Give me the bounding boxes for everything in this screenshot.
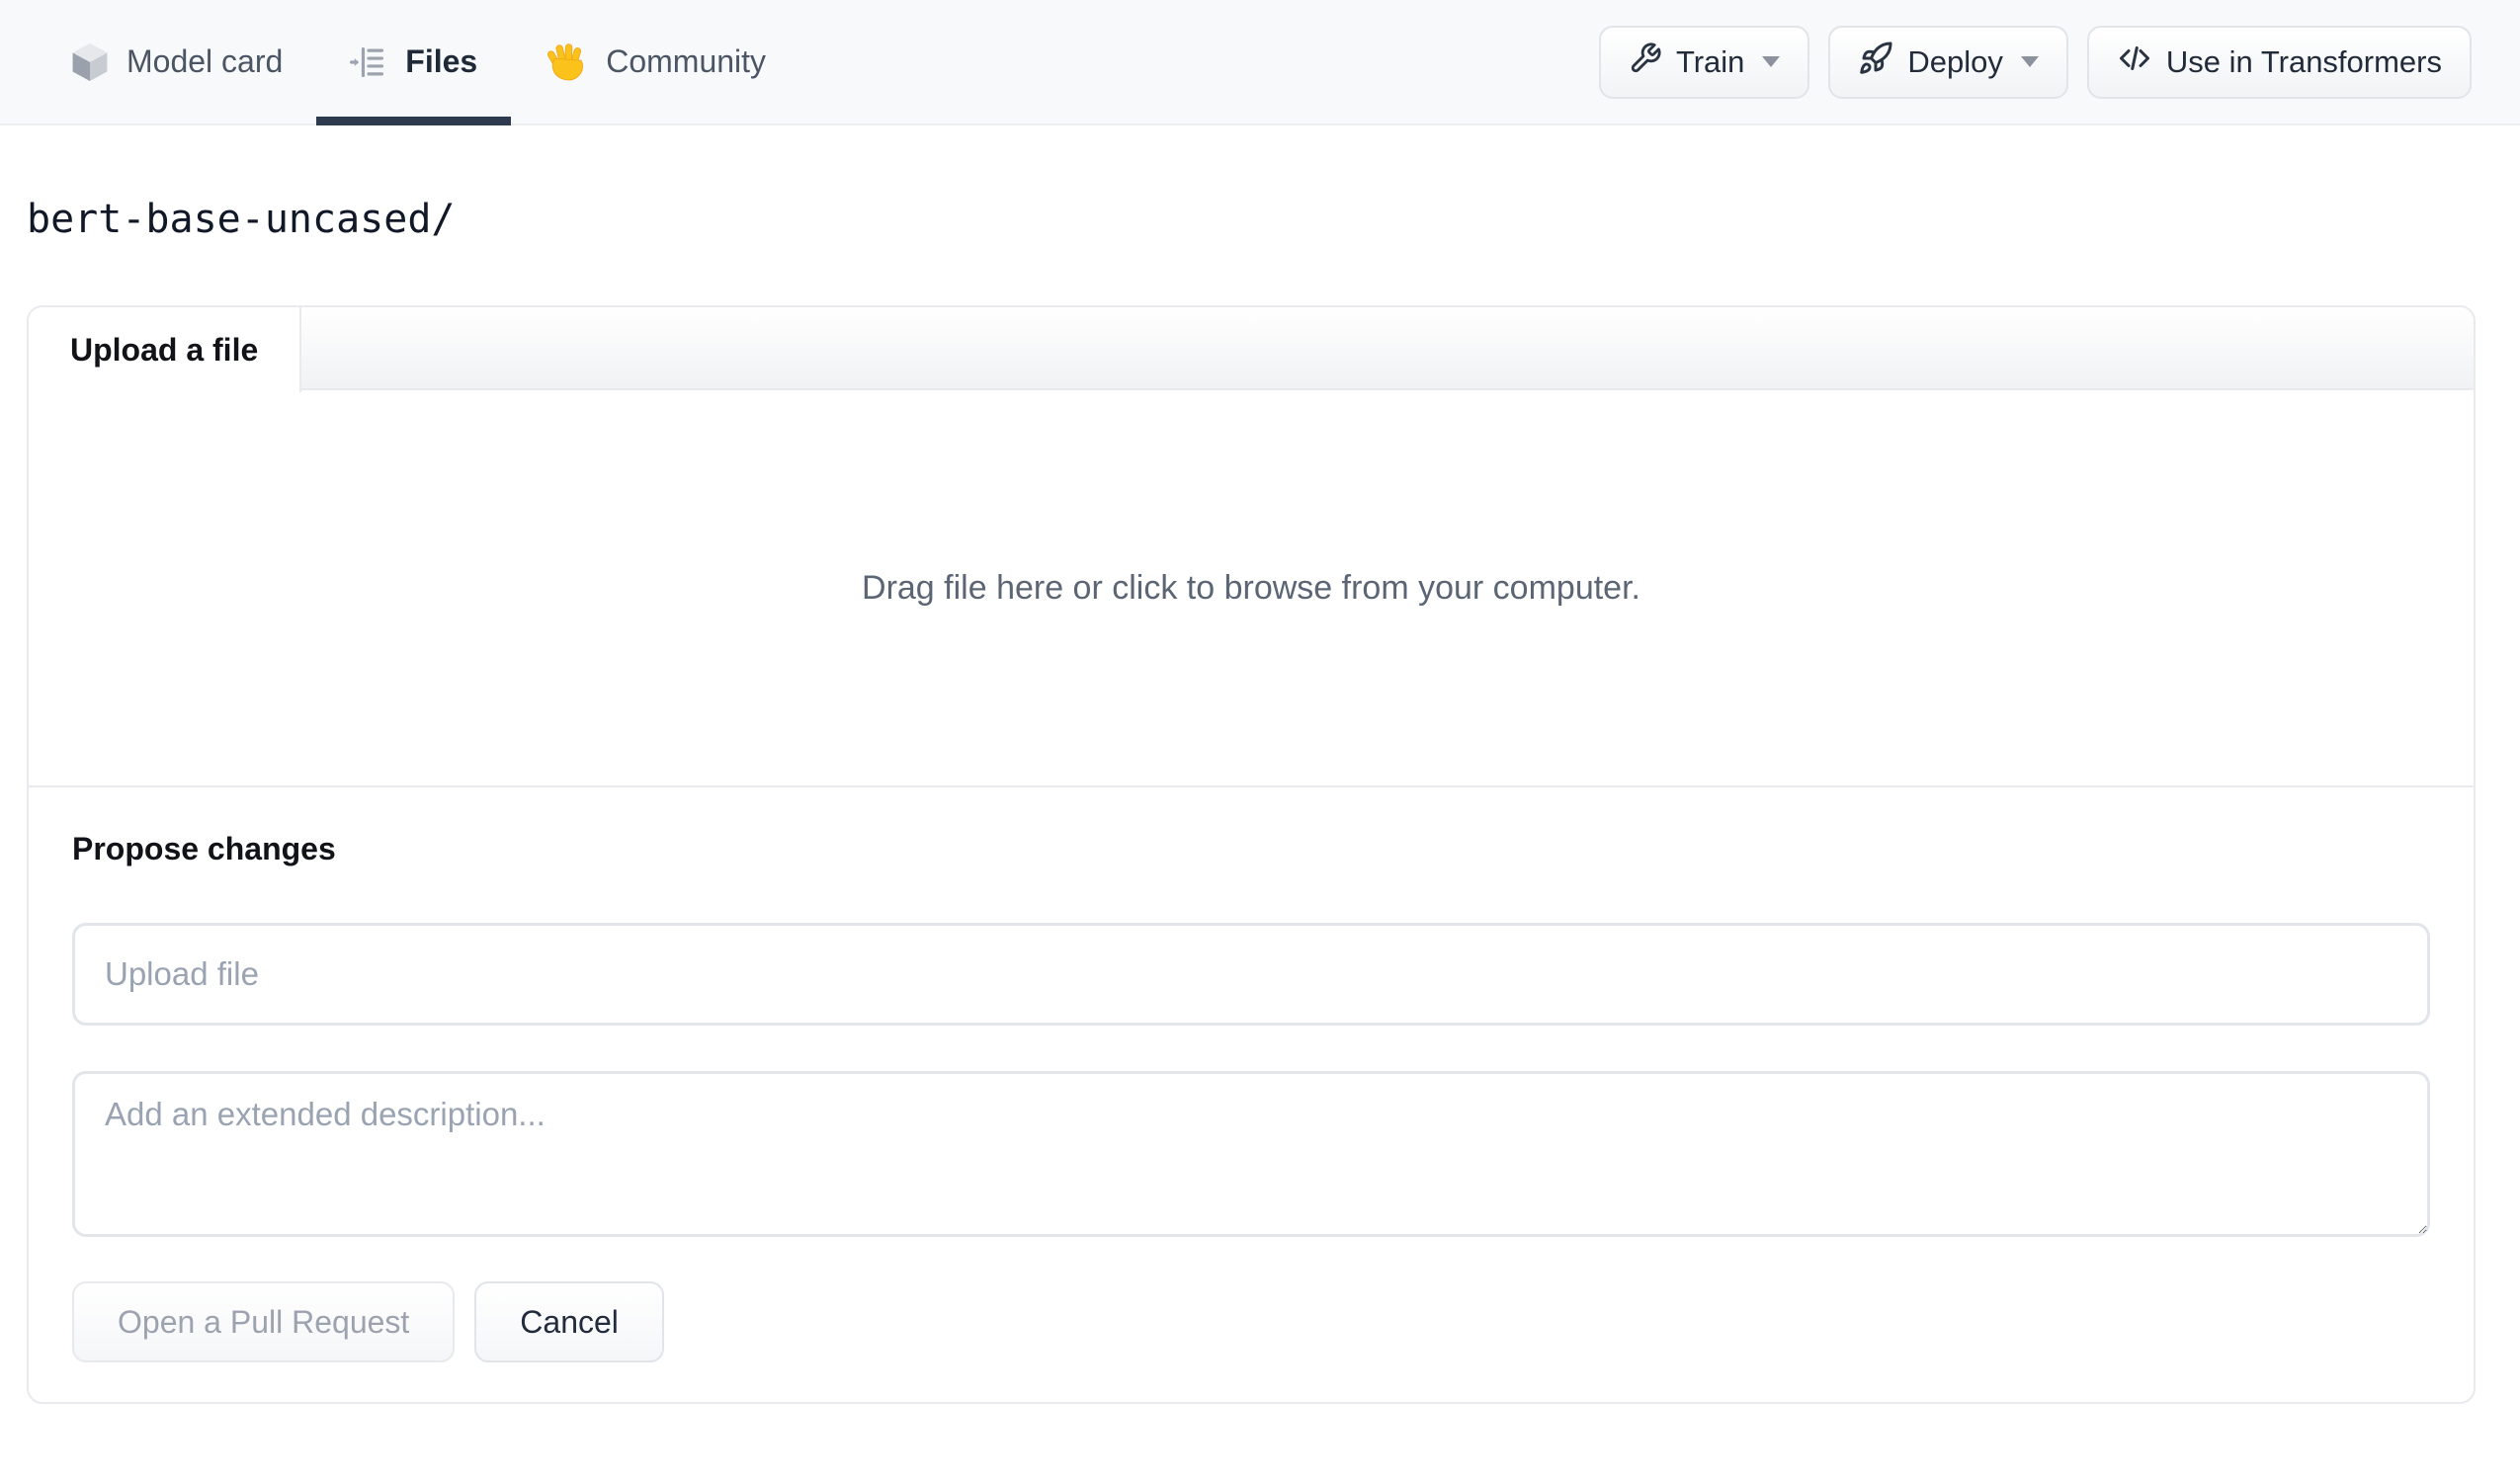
- code-icon: [2117, 41, 2152, 84]
- repo-tabs: Model card Files Community: [38, 0, 799, 125]
- use-in-transformers-button[interactable]: Use in Transformers: [2086, 25, 2472, 99]
- chevron-down-icon: [1762, 56, 1781, 67]
- wrench-icon: [1629, 41, 1662, 83]
- deploy-button[interactable]: Deploy: [1828, 25, 2068, 99]
- filename-input[interactable]: [72, 923, 2430, 1026]
- train-button[interactable]: Train: [1598, 25, 1810, 99]
- file-dropzone[interactable]: Drag file here or click to browse from y…: [29, 390, 2474, 787]
- files-list-icon: [350, 43, 387, 81]
- open-pull-request-button[interactable]: Open a Pull Request: [72, 1281, 456, 1362]
- cancel-button[interactable]: Cancel: [474, 1281, 664, 1362]
- panel-tab-strip: Upload a file: [29, 307, 2474, 392]
- tab-model-card[interactable]: Model card: [38, 0, 316, 124]
- tab-label: Community: [606, 43, 767, 79]
- tab-upload-a-file[interactable]: Upload a file: [29, 307, 302, 392]
- description-textarea[interactable]: [72, 1071, 2430, 1237]
- propose-changes-section: Propose changes Open a Pull Request Canc…: [29, 787, 2474, 1402]
- top-navbar: Model card Files Community Train Deploy …: [0, 0, 2520, 125]
- dropzone-text: Drag file here or click to browse from y…: [862, 568, 1640, 607]
- upload-panel: Upload a file Drag file here or click to…: [27, 305, 2476, 1404]
- tab-community[interactable]: Community: [511, 0, 799, 124]
- chevron-down-icon: [2020, 56, 2039, 67]
- propose-changes-heading: Propose changes: [72, 831, 336, 866]
- propose-actions-row: Open a Pull Request Cancel: [72, 1281, 2430, 1362]
- model-cube-icon: [71, 41, 109, 83]
- tab-files[interactable]: Files: [316, 0, 512, 125]
- repo-path: bert-base-uncased/: [27, 197, 456, 242]
- rocket-icon: [1858, 41, 1893, 84]
- tab-label: Model card: [126, 43, 284, 79]
- repo-action-buttons: Train Deploy Use in Transformers: [1598, 0, 2472, 124]
- waving-hand-icon: [545, 41, 588, 84]
- tab-label: Files: [405, 43, 478, 79]
